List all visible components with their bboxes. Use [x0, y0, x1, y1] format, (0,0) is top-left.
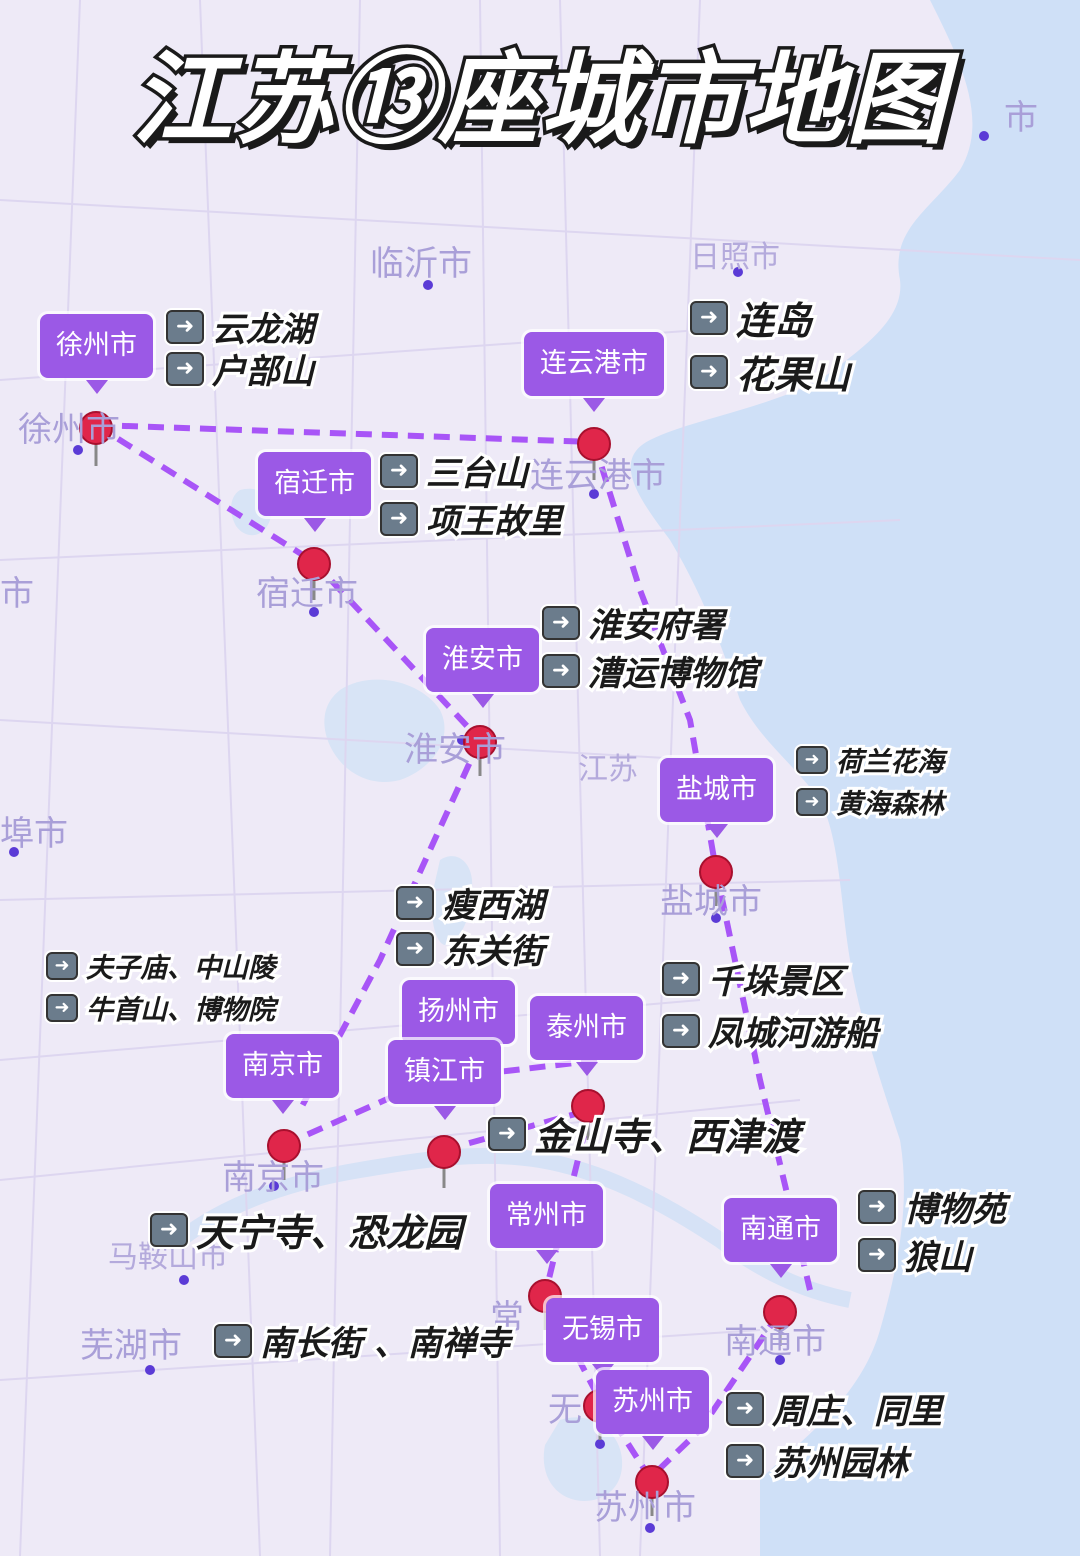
city-tag-yancheng[interactable]: 盐城市 [660, 758, 773, 838]
map-label-huaian: 淮安市 [404, 730, 506, 770]
city-tag-nanjing[interactable]: 南京市 [226, 1034, 339, 1114]
city-tag-zhenjiang[interactable]: 镇江市 [388, 1040, 501, 1120]
attraction-yangzhou-1: ➜ 瘦西湖 [396, 878, 547, 929]
attraction-huaian-2: ➜ 漕运博物馆 [542, 646, 761, 697]
attraction-changzhou-1: ➜ 天宁寺、恐龙园 [150, 1202, 465, 1258]
attraction-yancheng-1: ➜ 荷兰花海 [796, 740, 947, 781]
arrow-right-icon: ➜ [796, 787, 828, 816]
arrow-right-icon: ➜ [214, 1323, 252, 1358]
attraction-nantong-1: ➜ 博物苑 [858, 1182, 1009, 1233]
arrow-right-icon: ➜ [858, 1189, 896, 1224]
map-label-lianyungang: 连云港市 [530, 456, 666, 496]
attraction-taizhou-1: ➜ 千垛景区 [662, 954, 847, 1005]
attraction-suqian-1: ➜ 三台山 [380, 446, 531, 497]
page-title: 江苏⑬座城市地图 [129, 38, 950, 162]
city-tag-lianyungang[interactable]: 连云港市 [524, 332, 664, 412]
city-tag-wuxi[interactable]: 无锡市 [546, 1298, 659, 1378]
city-tag-yangzhou[interactable]: 扬州市 [402, 980, 515, 1060]
arrow-right-icon: ➜ [166, 309, 204, 344]
arrow-right-icon: ➜ [396, 931, 434, 966]
city-tag-suzhou[interactable]: 苏州市 [596, 1370, 709, 1450]
attraction-lianyungang-2: ➜ 花果山 [690, 344, 853, 400]
arrow-right-icon: ➜ [662, 1013, 700, 1048]
map-label-wuxi: 无 [548, 1390, 582, 1430]
map-label-left2: 埠市 [0, 814, 68, 854]
map-label-left1: 市 [0, 574, 34, 614]
attraction-yangzhou-2: ➜ 东关街 [396, 924, 547, 975]
map-label-linyi: 临沂市 [370, 244, 472, 284]
attraction-nantong-2: ➜ 狼山 [858, 1230, 975, 1281]
arrow-right-icon: ➜ [542, 605, 580, 640]
attraction-suqian-2: ➜ 项王故里 [380, 494, 565, 545]
map-label-rizhao: 日照市 [690, 240, 780, 275]
attraction-xuzhou-2: ➜ 户部山 [166, 344, 317, 395]
arrow-right-icon: ➜ [150, 1212, 188, 1247]
city-tag-changzhou[interactable]: 常州市 [490, 1184, 603, 1264]
city-tag-taizhou[interactable]: 泰州市 [530, 996, 643, 1076]
attraction-wuxi-1: ➜ 南长街 、南禅寺 [214, 1316, 513, 1367]
attraction-suzhou-2: ➜ 苏州园林 [726, 1436, 911, 1487]
map-label-suqian: 宿迁市 [256, 574, 358, 614]
attraction-yancheng-2: ➜ 黄海森林 [796, 782, 947, 823]
arrow-right-icon: ➜ [380, 501, 418, 536]
attraction-suzhou-1: ➜ 周庄、同里 [726, 1384, 945, 1435]
attraction-lianyungang-1: ➜ 连岛 [690, 290, 815, 346]
attraction-nanjing-2: ➜ 牛首山、博物院 [46, 988, 278, 1029]
arrow-right-icon: ➜ [690, 300, 728, 335]
map-label-nanjing: 南京市 [222, 1158, 324, 1198]
city-tag-xuzhou[interactable]: 徐州市 [40, 314, 153, 394]
map-label-jiangsu: 江苏 [578, 752, 638, 787]
arrow-right-icon: ➜ [46, 993, 78, 1022]
arrow-right-icon: ➜ [166, 351, 204, 386]
arrow-right-icon: ➜ [488, 1116, 526, 1151]
city-tag-suqian[interactable]: 宿迁市 [258, 452, 371, 532]
map-label-xuzhou: 徐州市 [18, 410, 120, 450]
arrow-right-icon: ➜ [726, 1443, 764, 1478]
attraction-taizhou-2: ➜ 凤城河游船 [662, 1006, 881, 1057]
arrow-right-icon: ➜ [796, 745, 828, 774]
city-tag-huaian[interactable]: 淮安市 [426, 628, 539, 708]
attraction-huaian-1: ➜ 淮安府署 [542, 598, 727, 649]
map-label-wuhu: 芜湖市 [80, 1326, 182, 1366]
map-label-suzhou: 苏州市 [594, 1488, 696, 1528]
map-label-nantong: 南通市 [724, 1322, 826, 1362]
city-tag-nantong[interactable]: 南通市 [724, 1198, 837, 1278]
map-label-yancheng: 盐城市 [660, 882, 762, 922]
attraction-nanjing-1: ➜ 夫子庙、中山陵 [46, 946, 278, 987]
arrow-right-icon: ➜ [662, 961, 700, 996]
attraction-zhenjiang-1: ➜ 金山寺、西津渡 [488, 1106, 803, 1162]
arrow-right-icon: ➜ [542, 653, 580, 688]
arrow-right-icon: ➜ [858, 1237, 896, 1272]
arrow-right-icon: ➜ [690, 354, 728, 389]
arrow-right-icon: ➜ [46, 951, 78, 980]
arrow-right-icon: ➜ [726, 1391, 764, 1426]
arrow-right-icon: ➜ [396, 885, 434, 920]
arrow-right-icon: ➜ [380, 453, 418, 488]
